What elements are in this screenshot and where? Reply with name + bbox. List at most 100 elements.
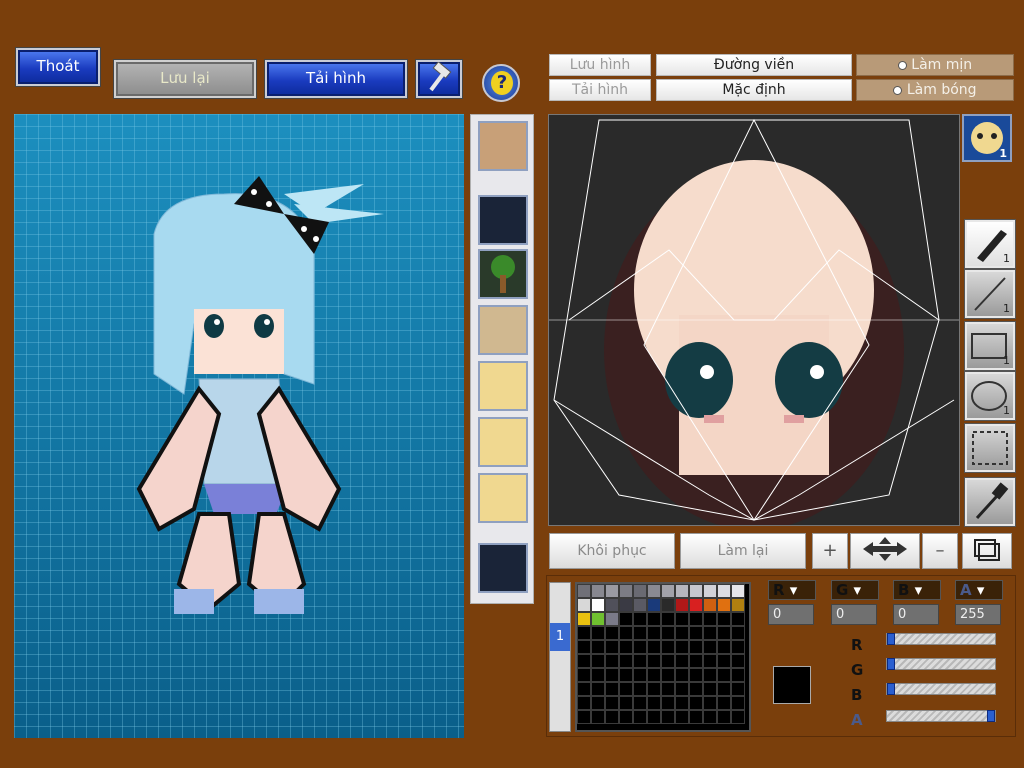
palette-color-cell[interactable]: [591, 682, 605, 696]
layer-button[interactable]: [962, 533, 1012, 569]
palette-color-cell[interactable]: [577, 598, 591, 612]
zoom-out-button[interactable]: –: [922, 533, 958, 569]
palette-color-cell[interactable]: [661, 682, 675, 696]
palette-color-cell[interactable]: [731, 696, 745, 710]
palette-color-cell[interactable]: [731, 682, 745, 696]
palette-color-cell[interactable]: [577, 710, 591, 724]
palette-color-cell[interactable]: [647, 584, 661, 598]
blue-slider[interactable]: [886, 683, 996, 695]
palette-color-cell[interactable]: [731, 640, 745, 654]
palette-color-cell[interactable]: [633, 682, 647, 696]
ellipse-tool[interactable]: 1: [965, 372, 1015, 420]
eyedropper-tool[interactable]: [965, 478, 1015, 526]
palette-color-cell[interactable]: [689, 668, 703, 682]
palette-color-cell[interactable]: [577, 696, 591, 710]
load-image-button-editor[interactable]: Tải hình: [549, 79, 651, 101]
palette-color-cell[interactable]: [675, 640, 689, 654]
palette-color-cell[interactable]: [675, 710, 689, 724]
palette-color-cell[interactable]: [703, 710, 717, 724]
palette-color-cell[interactable]: [647, 612, 661, 626]
palette-color-cell[interactable]: [577, 612, 591, 626]
palette-color-cell[interactable]: [689, 626, 703, 640]
palette-color-cell[interactable]: [717, 598, 731, 612]
palette-color-cell[interactable]: [591, 598, 605, 612]
alpha-value-input[interactable]: 255: [955, 604, 1001, 625]
palette-color-cell[interactable]: [647, 682, 661, 696]
palette-color-cell[interactable]: [717, 682, 731, 696]
palette-color-cell[interactable]: [633, 598, 647, 612]
move-button[interactable]: [850, 533, 920, 569]
palette-color-cell[interactable]: [703, 640, 717, 654]
palette-color-cell[interactable]: [675, 584, 689, 598]
palette-color-cell[interactable]: [731, 710, 745, 724]
palette-color-cell[interactable]: [591, 640, 605, 654]
palette-color-cell[interactable]: [633, 710, 647, 724]
palette-color-cell[interactable]: [717, 612, 731, 626]
palette-color-cell[interactable]: [689, 710, 703, 724]
palette-color-cell[interactable]: [605, 710, 619, 724]
palette-color-cell[interactable]: [605, 640, 619, 654]
palette-color-cell[interactable]: [689, 640, 703, 654]
save-button[interactable]: Lưu lại: [114, 60, 256, 98]
palette-color-cell[interactable]: [647, 710, 661, 724]
palette-color-cell[interactable]: [605, 626, 619, 640]
palette-color-cell[interactable]: [703, 612, 717, 626]
palette-color-cell[interactable]: [619, 682, 633, 696]
palette-color-cell[interactable]: [647, 640, 661, 654]
part-slot-empty[interactable]: [478, 543, 528, 593]
palette-color-cell[interactable]: [703, 682, 717, 696]
palette-color-cell[interactable]: [675, 654, 689, 668]
palette-color-cell[interactable]: [577, 584, 591, 598]
palette-color-cell[interactable]: [661, 668, 675, 682]
palette-color-cell[interactable]: [633, 696, 647, 710]
palette-color-cell[interactable]: [675, 668, 689, 682]
palette-color-cell[interactable]: [661, 584, 675, 598]
palette-color-cell[interactable]: [619, 626, 633, 640]
palette-color-cell[interactable]: [591, 626, 605, 640]
hammer-button[interactable]: [416, 60, 462, 98]
blue-value-input[interactable]: 0: [893, 604, 939, 625]
restore-button[interactable]: Khôi phục: [549, 533, 675, 569]
blue-slider-knob[interactable]: [887, 683, 895, 695]
redo-button[interactable]: Làm lại: [680, 533, 806, 569]
palette-color-cell[interactable]: [731, 584, 745, 598]
selection-tool[interactable]: [965, 424, 1015, 472]
palette-color-cell[interactable]: [591, 668, 605, 682]
green-channel-label[interactable]: G ▾: [831, 580, 879, 600]
green-slider[interactable]: [886, 658, 996, 670]
palette-color-cell[interactable]: [731, 654, 745, 668]
palette-color-cell[interactable]: [703, 584, 717, 598]
palette-color-cell[interactable]: [717, 584, 731, 598]
palette-color-cell[interactable]: [675, 612, 689, 626]
part-slot-tree[interactable]: [478, 249, 528, 299]
palette-color-cell[interactable]: [717, 668, 731, 682]
rectangle-tool[interactable]: 1: [965, 322, 1015, 370]
palette-color-cell[interactable]: [577, 626, 591, 640]
palette-color-cell[interactable]: [633, 612, 647, 626]
palette-color-cell[interactable]: [619, 612, 633, 626]
palette-color-cell[interactable]: [661, 598, 675, 612]
palette-color-cell[interactable]: [675, 682, 689, 696]
palette-color-cell[interactable]: [675, 598, 689, 612]
palette-color-cell[interactable]: [619, 598, 633, 612]
red-slider-knob[interactable]: [887, 633, 895, 645]
zoom-in-button[interactable]: +: [812, 533, 848, 569]
palette-color-cell[interactable]: [633, 654, 647, 668]
palette-tab-1[interactable]: 1: [550, 623, 570, 651]
palette-color-cell[interactable]: [661, 654, 675, 668]
palette-color-cell[interactable]: [661, 696, 675, 710]
load-image-button[interactable]: Tải hình: [265, 60, 407, 98]
part-slot-head[interactable]: [478, 121, 528, 171]
alpha-slider-knob[interactable]: [987, 710, 995, 722]
palette-color-cell[interactable]: [661, 640, 675, 654]
palette-color-cell[interactable]: [647, 696, 661, 710]
palette-color-cell[interactable]: [619, 584, 633, 598]
face-slot[interactable]: 1: [962, 114, 1012, 162]
palette-color-cell[interactable]: [577, 668, 591, 682]
help-button[interactable]: ?: [482, 64, 520, 102]
palette-color-cell[interactable]: [605, 668, 619, 682]
blue-channel-label[interactable]: B ▾: [893, 580, 941, 600]
palette-color-cell[interactable]: [731, 668, 745, 682]
red-channel-label[interactable]: R ▾: [768, 580, 816, 600]
palette-color-cell[interactable]: [647, 668, 661, 682]
